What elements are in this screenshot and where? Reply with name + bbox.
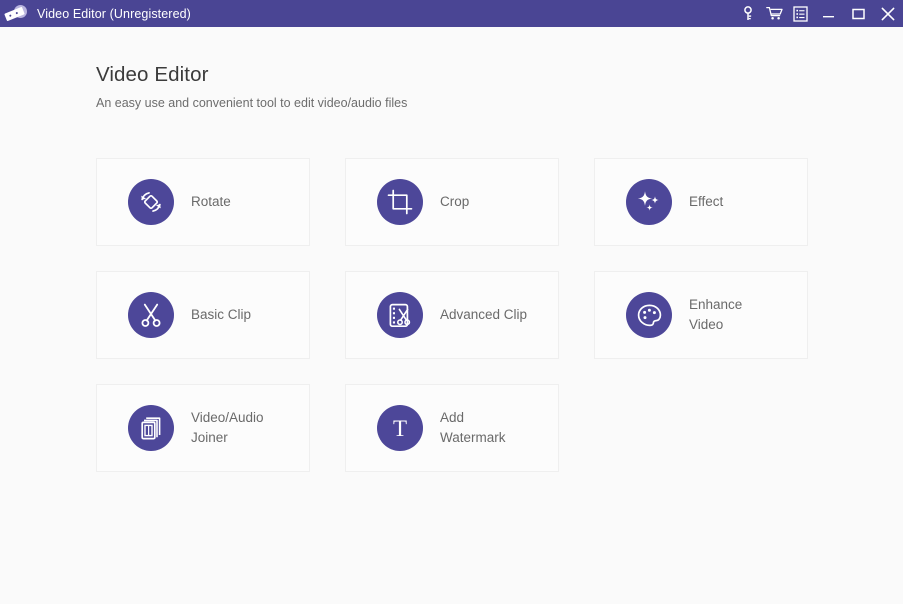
palette-icon [626, 292, 672, 338]
close-icon [881, 7, 895, 21]
tool-card-basic-clip[interactable]: Basic Clip [96, 271, 310, 359]
tool-card-effect[interactable]: Effect [594, 158, 808, 246]
tool-card-rotate[interactable]: Rotate [96, 158, 310, 246]
tool-grid: Rotate Crop Effect Basic Clip Advanced C… [96, 158, 808, 472]
tool-card-advanced-clip[interactable]: Advanced Clip [345, 271, 559, 359]
tool-card-label: Video/Audio Joiner [191, 410, 264, 445]
shopping-cart-icon [765, 6, 783, 21]
menu-button[interactable] [787, 0, 813, 27]
tool-card-add-watermark[interactable]: T Add Watermark [345, 384, 559, 472]
tool-card-label: Add Watermark [440, 410, 506, 445]
maximize-icon [851, 8, 865, 20]
key-icon [741, 6, 755, 21]
window-titlebar: Video Editor (Unregistered) [0, 0, 903, 27]
list-menu-icon [792, 5, 808, 22]
rotate-icon [128, 179, 174, 225]
minimize-button[interactable] [813, 0, 843, 27]
register-key-button[interactable] [735, 0, 761, 27]
tool-card-label: Advanced Clip [440, 307, 528, 323]
tool-card-label: Rotate [191, 194, 231, 210]
stacked-film-icon [128, 405, 174, 451]
tool-card-label: Crop [440, 194, 470, 210]
close-button[interactable] [873, 0, 903, 27]
titlebar-actions [735, 0, 903, 27]
tool-card-crop[interactable]: Crop [345, 158, 559, 246]
page-title: Video Editor [96, 63, 209, 86]
minimize-icon [822, 8, 835, 20]
watermark-glyph: T [392, 415, 408, 441]
film-strip-logo-icon [4, 3, 30, 25]
watermark-text-icon: T [377, 405, 423, 451]
page-subtitle: An easy use and convenient tool to edit … [96, 96, 408, 110]
tool-card-label: Basic Clip [191, 307, 252, 323]
tool-card-video-audio-joiner[interactable]: Video/Audio Joiner [96, 384, 310, 472]
purchase-button[interactable] [761, 0, 787, 27]
scissors-icon [128, 292, 174, 338]
maximize-button[interactable] [843, 0, 873, 27]
crop-icon [377, 179, 423, 225]
sparkle-effect-icon [626, 179, 672, 225]
main-content: Video Editor An easy use and convenient … [0, 27, 903, 472]
tool-card-label: Enhance Video [689, 297, 743, 332]
tool-card-enhance-video[interactable]: Enhance Video [594, 271, 808, 359]
film-scissors-icon [377, 292, 423, 338]
tool-card-label: Effect [689, 194, 724, 210]
window-title: Video Editor (Unregistered) [37, 6, 191, 21]
